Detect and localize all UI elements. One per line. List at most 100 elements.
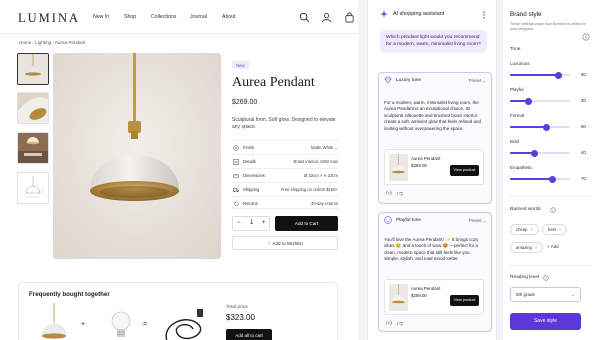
banned-word-chip[interactable]: cheap × <box>510 224 539 235</box>
quantity-decrease-button[interactable]: − <box>237 220 241 226</box>
product-price: $269.00 <box>411 293 427 298</box>
info-icon[interactable] <box>582 33 590 41</box>
card-header: Luxury tone Preset ⌄ <box>379 73 491 87</box>
store-logo[interactable]: LUMINA <box>18 11 80 26</box>
reading-level-select[interactable]: 8th grade ⌄ <box>510 287 581 302</box>
view-product-button[interactable]: View product <box>450 165 479 176</box>
thumbnail-4-dimensions[interactable] <box>17 172 49 204</box>
chevron-down-icon: ⌄ <box>482 77 486 83</box>
spec-label: Shipping <box>243 187 260 192</box>
more-options-icon[interactable] <box>480 11 488 19</box>
add-banned-word-button[interactable]: + Add <box>547 244 559 249</box>
product-thumbnail <box>389 284 408 311</box>
slider-handle[interactable] <box>554 71 562 79</box>
brand-style-panel: Brand style These settings shape how Bon… <box>503 0 600 340</box>
chevron-down-icon: ⌄ <box>482 217 486 223</box>
thumbs-up-icon[interactable]: 👍︎ <box>386 319 392 327</box>
divider <box>510 265 592 266</box>
thumbs-down-icon[interactable]: 👎︎ <box>397 319 403 327</box>
fbt-item-cable[interactable] <box>159 303 209 340</box>
add-to-cart-button[interactable]: Add to Cart <box>275 216 338 231</box>
account-icon[interactable] <box>321 12 332 23</box>
product-description: Sculptural form. Soft glow. Designed to … <box>232 117 336 130</box>
slider-value: 60 <box>580 124 586 129</box>
finish-icon <box>233 144 239 151</box>
nav-shop[interactable]: Shop <box>124 14 136 20</box>
breadcrumb-lighting[interactable]: Lighting <box>35 40 51 45</box>
view-product-button[interactable]: View product <box>450 295 479 306</box>
quantity-value[interactable]: 1 <box>250 220 253 226</box>
fbt-total-label: Total price <box>226 305 248 310</box>
frequently-bought-together: Frequently bought together + = Total pri… <box>18 282 338 340</box>
info-icon[interactable] <box>550 207 556 213</box>
remove-icon[interactable]: × <box>530 227 532 232</box>
tone-slider[interactable] <box>510 71 570 79</box>
slider-handle[interactable] <box>530 149 538 157</box>
spec-label: Dimensions <box>243 173 265 178</box>
tone-slider[interactable] <box>510 149 570 157</box>
quantity-increase-button[interactable]: + <box>262 220 266 226</box>
slider-handle[interactable] <box>548 175 556 183</box>
divider <box>510 196 592 197</box>
main-product-image[interactable] <box>53 53 221 259</box>
luxury-tone-card: Luxury tone Preset ⌄ For a modern, warm,… <box>378 72 492 204</box>
spec-label: Returns <box>243 201 258 206</box>
spec-value: Free shipping on orders $150+ <box>280 187 338 192</box>
add-to-wishlist-button[interactable]: ♡ Add to Wishlist <box>232 236 338 250</box>
nav-collections[interactable]: Collections <box>151 14 176 20</box>
details-icon <box>233 158 239 165</box>
fbt-item-bulb[interactable] <box>101 303 141 340</box>
nav-journal[interactable]: Journal <box>190 14 207 20</box>
spec-row-returns: Returns 30-day returns <box>232 196 338 209</box>
spec-row-finish[interactable]: Finish Matte White ⌄ <box>232 140 338 153</box>
add-all-to-cart-button[interactable]: Add all to cart <box>226 329 272 340</box>
tone-slider[interactable] <box>510 175 570 183</box>
slider-handle[interactable] <box>524 97 532 105</box>
spec-value: 30-day returns <box>311 201 338 206</box>
thumbs-up-icon[interactable]: 👍︎ <box>386 189 392 197</box>
info-icon[interactable] <box>543 275 549 281</box>
spec-label: Details <box>243 159 256 164</box>
tone-section-label: Tone <box>510 47 521 52</box>
thumbnail-1[interactable] <box>17 53 49 85</box>
slider-handle[interactable] <box>542 123 550 131</box>
slider-label: Bold <box>510 139 520 144</box>
fbt-total-price: $323.00 <box>226 313 255 322</box>
thumbnail-2[interactable] <box>17 92 49 124</box>
card-tone-label: Luxury tone <box>396 77 422 83</box>
tone-slider[interactable] <box>510 123 570 131</box>
thumbnail-3[interactable] <box>17 132 49 164</box>
user-message: Which pendant light would you recommend … <box>380 30 487 54</box>
nav-new-in[interactable]: New In <box>93 14 109 20</box>
breadcrumb-home[interactable]: Home <box>19 40 31 45</box>
slider-value: 80 <box>580 72 586 77</box>
save-style-button[interactable]: Save style <box>510 313 581 330</box>
slider-value: 40 <box>580 150 586 155</box>
fbt-item-pendant[interactable] <box>31 303 77 340</box>
preset-dropdown[interactable]: Preset ⌄ <box>469 78 486 84</box>
slider-value: 70 <box>580 176 586 181</box>
spec-row-shipping: Shipping Free shipping on orders $150+ <box>232 182 338 195</box>
playful-tone-card: Playful tone Preset ⌄ You'll love the Au… <box>378 212 492 332</box>
search-icon[interactable] <box>299 12 310 23</box>
nav-about[interactable]: About <box>222 14 236 20</box>
preset-dropdown[interactable]: Preset ⌄ <box>469 218 486 224</box>
ai-assistant-panel: AI shopping assistant Which pendant ligh… <box>367 0 497 340</box>
slider-value: 30 <box>580 98 586 103</box>
tone-slider[interactable] <box>510 97 570 105</box>
chevron-down-icon: ⌄ <box>334 145 338 150</box>
slider-label: Playful <box>510 87 524 92</box>
slider-label: Empathetic <box>510 165 533 170</box>
banned-word-chip[interactable]: best × <box>542 224 568 235</box>
plus-sign: + <box>81 321 86 328</box>
remove-icon[interactable]: × <box>535 245 537 250</box>
store-header: LUMINA New In Shop Collections Journal A… <box>0 0 358 34</box>
brand-style-title: Brand style <box>510 11 542 18</box>
thumbs-down-icon[interactable]: 👎︎ <box>397 189 403 197</box>
breadcrumb-current: Aurea Pendant <box>54 40 86 45</box>
banned-word-chip[interactable]: amazing × <box>510 242 544 253</box>
slider-label: Luxurious <box>510 61 530 66</box>
remove-icon[interactable]: × <box>559 227 561 232</box>
bag-icon[interactable] <box>344 12 355 23</box>
product-thumbnail <box>389 154 408 181</box>
